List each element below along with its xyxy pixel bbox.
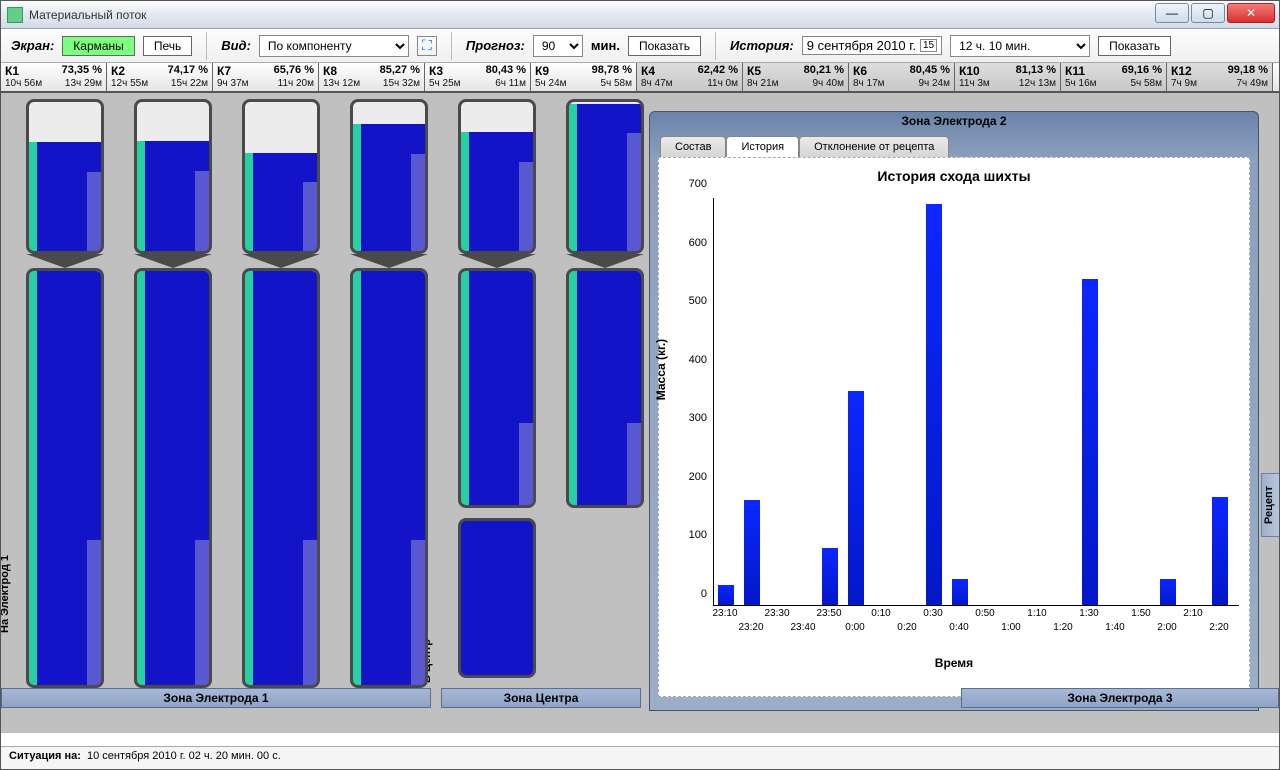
zone-3[interactable]: Зона Электрода 3 (961, 688, 1279, 708)
column-К9[interactable]: К998,78 % 5ч 24м5ч 58м (531, 63, 637, 91)
maximize-button[interactable]: ▢ (1191, 3, 1225, 23)
close-button[interactable]: ✕ (1227, 3, 1275, 23)
bar-23:20 (744, 500, 760, 605)
zone-1[interactable]: Зона Электрода 1 (1, 688, 431, 708)
column-К6[interactable]: К680,45 % 8ч 17м9ч 24м (849, 63, 955, 91)
silos-row (13, 99, 657, 688)
column-К1[interactable]: К173,35 % 10ч 56м13ч 29м (1, 63, 107, 91)
bar-0:30 (926, 204, 942, 605)
column-К10[interactable]: К1081,13 % 11ч 3м12ч 13м (955, 63, 1061, 91)
silo-merge-lower (458, 518, 536, 678)
history-label: История: (730, 38, 794, 53)
column-К5[interactable]: К580,21 % 8ч 21м9ч 40м (743, 63, 849, 91)
chart-title: История схода шихты (665, 168, 1243, 184)
column-К7[interactable]: К765,76 % 9ч 37м11ч 20м (213, 63, 319, 91)
fullscreen-icon[interactable]: ⛶ (417, 36, 437, 56)
furnace-button[interactable]: Печь (143, 36, 192, 56)
tab-deviation[interactable]: Отклонение от рецепта (799, 136, 949, 157)
bar-23:10 (718, 585, 734, 605)
zone-2[interactable]: Зона Центра (441, 688, 641, 708)
bar-0:40 (952, 579, 968, 605)
chart-box: История схода шихты Масса (кг.) 01002003… (658, 157, 1250, 697)
titlebar: Материальный поток — ▢ ✕ (1, 1, 1279, 29)
column-К8[interactable]: К885,27 % 13ч 12м15ч 32м (319, 63, 425, 91)
minimize-button[interactable]: — (1155, 3, 1189, 23)
view-label: Вид: (221, 38, 251, 53)
column-К11[interactable]: К1169,16 % 5ч 16м5ч 58м (1061, 63, 1167, 91)
panel-title: Зона Электрода 2 (650, 112, 1258, 130)
x-axis-label: Время (665, 656, 1243, 670)
show-button-2[interactable]: Показать (1098, 36, 1171, 56)
bar-2:20 (1212, 497, 1228, 605)
column-К4[interactable]: К462,42 % 8ч 47м11ч 0м (637, 63, 743, 91)
silo-K7[interactable] (229, 99, 333, 688)
electrode-panel: Зона Электрода 2 Состав История Отклонен… (649, 111, 1259, 711)
silo-K9[interactable] (553, 99, 657, 688)
time-select[interactable]: 12 ч. 10 мин. (950, 35, 1090, 57)
forecast-label: Прогноз: (466, 38, 525, 53)
silo-K1[interactable] (13, 99, 117, 688)
column-К12[interactable]: К1299,18 % 7ч 9м7ч 49м (1167, 63, 1273, 91)
toolbar: Экран: Карманы Печь Вид: По компоненту ⛶… (1, 29, 1279, 63)
pockets-button[interactable]: Карманы (62, 36, 135, 56)
bar-1:30 (1082, 279, 1098, 605)
plot-area (713, 198, 1239, 606)
tab-compose[interactable]: Состав (660, 136, 726, 157)
tab-history[interactable]: История (726, 136, 799, 157)
forecast-unit: мин. (591, 38, 620, 53)
vlabel-left: На Электрод 1 (1, 555, 11, 633)
main-area: На Электрод 1 В Центр (1, 93, 1279, 733)
forecast-select[interactable]: 90 (533, 35, 583, 57)
zone-bar: Зона Электрода 1 Зона Центра Зона Электр… (1, 688, 1279, 708)
date-picker[interactable]: 9 сентября 2010 г. 15 (802, 36, 942, 55)
bar-2:00 (1160, 579, 1176, 605)
bar-0:00 (848, 391, 864, 605)
status-bar: Ситуация на: 10 сентября 2010 г. 02 ч. 2… (1, 746, 1279, 769)
view-select[interactable]: По компоненту (259, 35, 409, 57)
silo-K2[interactable] (121, 99, 225, 688)
silo-K8[interactable] (337, 99, 441, 688)
screen-label: Экран: (11, 38, 54, 53)
show-button-1[interactable]: Показать (628, 36, 701, 56)
calendar-icon[interactable]: 15 (920, 39, 937, 52)
column-К2[interactable]: К274,17 % 12ч 55м15ч 22м (107, 63, 213, 91)
app-icon (7, 7, 23, 23)
bar-23:50 (822, 548, 838, 605)
recipe-side-tab[interactable]: Рецепт (1261, 473, 1279, 537)
window-title: Материальный поток (29, 8, 146, 22)
column-К3[interactable]: К380,43 % 5ч 25м6ч 11м (425, 63, 531, 91)
column-headers: К173,35 % 10ч 56м13ч 29мК274,17 % 12ч 55… (1, 63, 1279, 93)
